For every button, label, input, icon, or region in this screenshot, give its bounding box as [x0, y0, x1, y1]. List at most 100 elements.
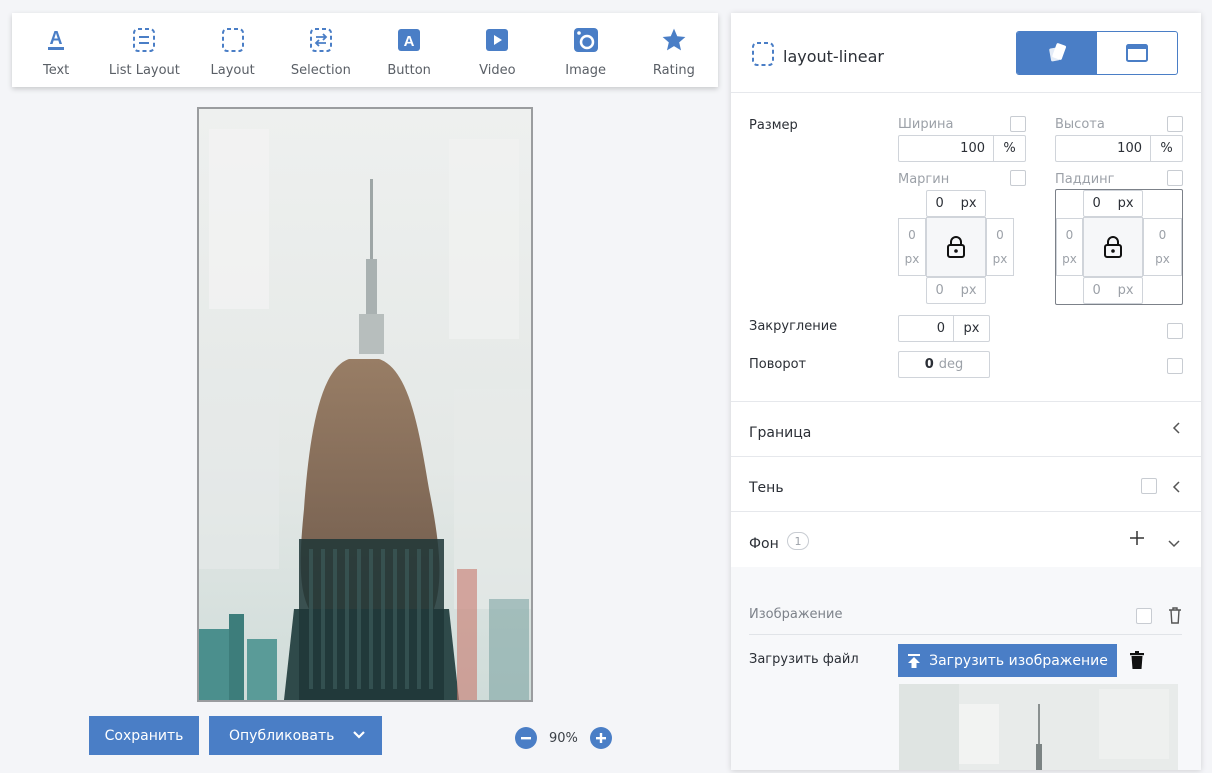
background-section[interactable]: Фон 1: [731, 511, 1201, 567]
upload-image-button-label: Загрузить изображение: [929, 652, 1108, 669]
plus-icon[interactable]: [1129, 530, 1145, 550]
margin-bottom[interactable]: 0 px: [926, 277, 986, 304]
upload-image-button[interactable]: Загрузить изображение: [898, 644, 1117, 677]
tool-label: Rating: [652, 63, 695, 78]
padding-top[interactable]: 0 px: [1083, 190, 1143, 217]
padding-left-unit: px: [1062, 252, 1077, 266]
layout-mode-button[interactable]: [1097, 32, 1177, 74]
view-mode-toggle: [1016, 31, 1178, 75]
width-unit[interactable]: %: [993, 136, 1025, 161]
padding-top-unit: px: [1117, 196, 1134, 211]
zoom-level: 90%: [549, 730, 578, 746]
tool-label: Video: [479, 63, 516, 78]
panel-header: layout-linear: [731, 13, 1201, 93]
margin-top-value: 0: [935, 196, 944, 211]
radius-value: 0: [936, 321, 945, 336]
rotation-checkbox[interactable]: [1167, 358, 1183, 374]
list-layout-icon: [129, 25, 159, 55]
padding-left[interactable]: 0 px: [1056, 218, 1083, 276]
radius-unit[interactable]: px: [953, 316, 989, 341]
tool-list-layout[interactable]: List Layout: [103, 25, 185, 78]
margin-checkbox[interactable]: [1010, 170, 1026, 186]
margin-left-value: 0: [908, 228, 916, 242]
shadow-checkbox[interactable]: [1141, 478, 1157, 494]
margin-right[interactable]: 0 px: [986, 218, 1014, 276]
tool-label: Button: [387, 63, 431, 78]
rotation-field[interactable]: 0 deg: [898, 351, 990, 378]
publish-button-label: Опубликовать: [229, 727, 335, 744]
margin-bottom-unit: px: [960, 283, 977, 298]
panel-title-text: layout-linear: [783, 46, 884, 66]
image-layer-checkbox[interactable]: [1136, 608, 1152, 624]
padding-right[interactable]: 0 px: [1143, 218, 1182, 276]
tool-rating[interactable]: Rating: [633, 25, 715, 78]
tool-label: Layout: [210, 63, 255, 78]
margin-lock[interactable]: [926, 217, 986, 277]
background-image-thumbnail[interactable]: [899, 684, 1178, 770]
tool-button[interactable]: A Button: [368, 25, 450, 78]
padding-bottom-unit: px: [1117, 283, 1134, 298]
chevron-down-icon[interactable]: [1167, 534, 1181, 553]
save-button[interactable]: Сохранить: [89, 716, 199, 755]
tool-video[interactable]: Video: [456, 25, 538, 78]
zoom-in-button[interactable]: [589, 727, 612, 749]
delete-icon[interactable]: [1130, 651, 1144, 673]
shadow-section-title: Тень: [749, 480, 784, 496]
padding-right-value: 0: [1158, 228, 1167, 242]
height-label: Высота: [1055, 117, 1105, 132]
chevron-left-icon[interactable]: [1171, 479, 1181, 498]
svg-text:A: A: [50, 28, 63, 48]
selection-icon: [306, 25, 336, 55]
rotation-value: 0: [924, 357, 934, 372]
divider: [749, 634, 1182, 635]
lock-icon: [1104, 236, 1122, 258]
style-mode-button[interactable]: [1017, 32, 1097, 74]
layout-icon: [751, 41, 775, 71]
height-value: 100: [1117, 141, 1142, 156]
margin-right-value: 0: [996, 228, 1004, 242]
tool-label: List Layout: [108, 63, 180, 78]
tool-label: Text: [42, 63, 70, 78]
width-label: Ширина: [898, 117, 954, 132]
properties-panel: layout-linear Размер Ширина 100 % Высота…: [731, 13, 1201, 770]
save-button-label: Сохранить: [104, 727, 184, 744]
trash-icon[interactable]: [1168, 607, 1182, 628]
element-toolbar: A Text List Layout Layout Selection A Bu…: [12, 13, 718, 87]
width-checkbox[interactable]: [1010, 116, 1026, 132]
border-section[interactable]: Граница: [731, 401, 1201, 456]
plus-icon: [595, 733, 606, 743]
publish-button[interactable]: Опубликовать: [209, 716, 382, 755]
border-section-title: Граница: [749, 425, 812, 441]
padding-checkbox[interactable]: [1167, 170, 1183, 186]
shadow-section[interactable]: Тень: [731, 456, 1201, 511]
tool-layout[interactable]: Layout: [192, 25, 274, 78]
upload-icon: [908, 653, 921, 668]
background-section-title: Фон: [749, 536, 779, 552]
tool-text[interactable]: A Text: [15, 25, 97, 78]
height-checkbox[interactable]: [1167, 116, 1183, 132]
height-unit[interactable]: %: [1150, 136, 1182, 161]
chevron-down-icon[interactable]: [352, 728, 366, 744]
radius-field[interactable]: 0 px: [898, 315, 990, 342]
padding-lock[interactable]: [1083, 217, 1143, 277]
tool-label: Image: [565, 63, 606, 78]
panel-title: layout-linear: [751, 41, 884, 71]
margin-right-unit: px: [992, 252, 1008, 266]
padding-bottom-value: 0: [1092, 283, 1101, 298]
width-field[interactable]: 100 %: [898, 135, 1026, 162]
chevron-left-icon[interactable]: [1171, 420, 1181, 439]
tool-image[interactable]: Image: [545, 25, 627, 78]
padding-bottom[interactable]: 0 px: [1083, 277, 1143, 304]
tool-selection[interactable]: Selection: [280, 25, 362, 78]
canvas-preview[interactable]: [197, 107, 533, 702]
window-icon: [1126, 44, 1148, 62]
height-field[interactable]: 100 %: [1055, 135, 1183, 162]
radius-checkbox[interactable]: [1167, 323, 1183, 339]
tool-label: Selection: [290, 63, 351, 78]
lock-icon: [947, 236, 965, 258]
margin-bottom-value: 0: [935, 283, 944, 298]
margin-left[interactable]: 0 px: [898, 218, 926, 276]
margin-top[interactable]: 0 px: [926, 190, 986, 217]
zoom-out-button[interactable]: [515, 727, 537, 749]
star-icon: [659, 25, 689, 55]
